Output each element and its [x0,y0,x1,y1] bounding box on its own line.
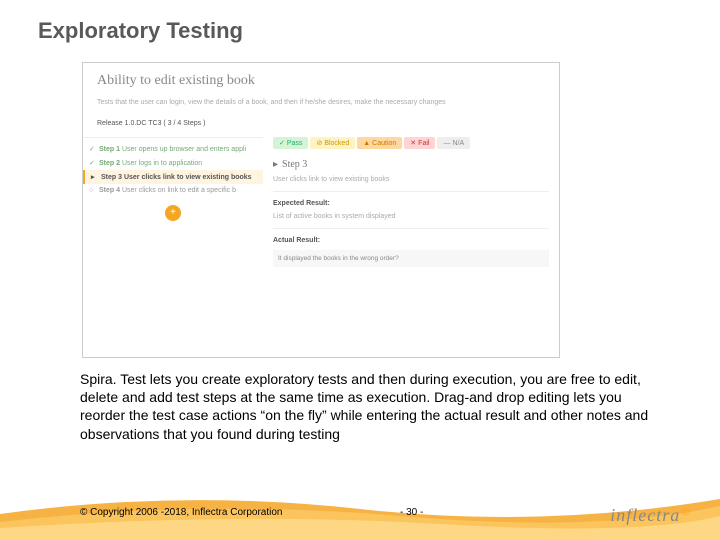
expected-label: Expected Result: [273,200,549,207]
screenshot-desc: Tests that the user can login, view the … [97,99,545,106]
release-label: Release 1.0.DC TC3 ( 3 / 4 Steps ) [97,120,545,127]
check-icon: ✓ [89,159,99,167]
steps-list: ✓Step 1 User opens up browser and enters… [83,137,263,267]
actual-value[interactable]: It displayed the books in the wrong orde… [273,250,549,267]
page-number: - 30 - [400,507,423,518]
blocked-button[interactable]: ⊘ Blocked [310,137,355,149]
copyright: © Copyright 2006 -2018, Inflectra Corpor… [80,507,282,518]
fail-button[interactable]: ✕ Fail [404,137,435,149]
step-detail-title: ▸Step 3 [273,159,549,170]
pass-button[interactable]: ✓ Pass [273,137,308,149]
step-item[interactable]: ✓Step 1 User opens up browser and enters… [83,142,263,156]
circle-icon: ○ [89,187,99,194]
play-icon: ▸ [91,173,101,181]
step-item[interactable]: ✓Step 2 User logs in to application [83,156,263,170]
logo: inflectra◎ [610,505,690,526]
page-title: Exploratory Testing [0,0,720,44]
step-detail-desc: User clicks link to view existing books [273,176,549,192]
caution-button[interactable]: ▲ Caution [357,137,402,149]
logo-mark-icon: ◎ [680,506,690,517]
na-button[interactable]: — N/A [437,137,470,149]
step-item-active[interactable]: ▸Step 3 User clicks link to view existin… [83,170,263,184]
screenshot-panel: Ability to edit existing book Tests that… [82,62,560,358]
status-bar: ✓ Pass ⊘ Blocked ▲ Caution ✕ Fail — N/A [273,137,549,149]
step-item[interactable]: ○Step 4 User clicks on link to edit a sp… [83,184,263,197]
expected-value: List of active books in system displayed [273,213,549,229]
body-text: Spira. Test lets you create exploratory … [80,370,650,443]
flag-icon: ▸ [273,159,278,170]
add-step-button[interactable]: + [165,205,181,221]
actual-label: Actual Result: [273,237,549,244]
screenshot-title: Ability to edit existing book [97,73,545,89]
check-icon: ✓ [89,145,99,153]
